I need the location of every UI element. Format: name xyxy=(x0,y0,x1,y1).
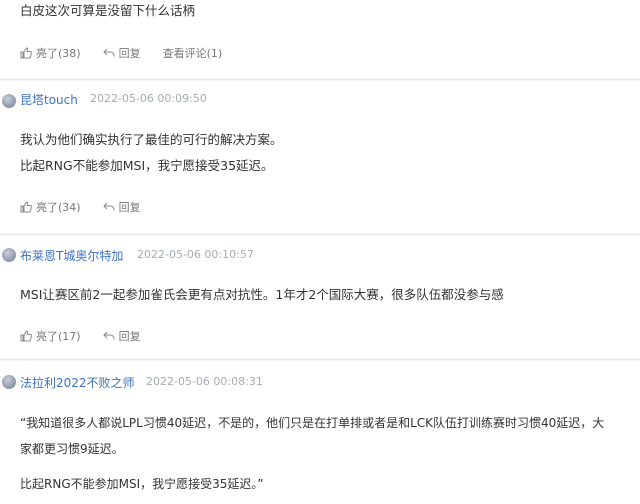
thumbs-up-icon xyxy=(20,201,32,213)
comment-timestamp: 2022-05-06 00:08:31 xyxy=(146,375,263,388)
comment-text: 比起RNG不能参加MSI，我宁愿接受35延迟。” xyxy=(20,477,264,491)
thumbs-up-icon xyxy=(20,330,32,342)
reply-label: 回复 xyxy=(118,330,141,343)
reply-icon xyxy=(102,48,115,57)
like-button[interactable]: 亮了(38) xyxy=(20,45,81,61)
comment-text: 比起RNG不能参加MSI，我宁愿接受35延迟。 xyxy=(20,158,274,173)
like-count: 亮了(34) xyxy=(36,201,81,214)
comment-card: 白皮这次可算是没留下什么话柄 亮了(38) 回复 查看评论(1) xyxy=(0,0,640,78)
like-button[interactable]: 亮了(34) xyxy=(20,199,81,215)
reply-button[interactable]: 回复 xyxy=(102,328,141,344)
comment-username[interactable]: 昆塔touch xyxy=(20,91,78,108)
comment-card: 昆塔touch 2022-05-06 00:09:50 我认为他们确实执行了最佳… xyxy=(0,81,640,233)
comment-actions: 亮了(34) 回复 xyxy=(20,198,163,216)
comment-card: 法拉利2022不败之师 2022-05-06 00:08:31 “我知道很多人都… xyxy=(0,361,640,504)
like-count: 亮了(38) xyxy=(36,47,81,60)
comment-text: MSI让赛区前2一起参加雀氏会更有点对抗性。1年才2个国际大赛，很多队伍都没参与… xyxy=(20,287,504,302)
comment-username[interactable]: 布莱恩T城奥尔特加 xyxy=(20,247,123,264)
divider xyxy=(0,79,640,80)
view-comments-link[interactable]: 查看评论(1) xyxy=(163,45,223,61)
avatar[interactable] xyxy=(2,375,16,389)
comment-timestamp: 2022-05-06 00:09:50 xyxy=(90,92,207,105)
comment-card: 布莱恩T城奥尔特加 2022-05-06 00:10:57 MSI让赛区前2一起… xyxy=(0,236,640,358)
divider xyxy=(0,359,640,360)
reply-label: 回复 xyxy=(118,47,141,60)
thumbs-up-icon xyxy=(20,47,32,59)
avatar[interactable] xyxy=(2,248,16,262)
view-comments-label: 查看评论(1) xyxy=(162,47,223,60)
reply-button[interactable]: 回复 xyxy=(102,45,141,61)
like-button[interactable]: 亮了(17) xyxy=(20,328,81,344)
divider xyxy=(0,234,640,235)
reply-button[interactable]: 回复 xyxy=(102,199,141,215)
like-count: 亮了(17) xyxy=(36,330,81,343)
comment-actions: 亮了(17) 回复 xyxy=(20,327,163,345)
comment-text: 白皮这次可算是没留下什么话柄 xyxy=(20,3,196,18)
comment-text: 家都更习惯9延迟。 xyxy=(20,442,124,456)
comment-username[interactable]: 法拉利2022不败之师 xyxy=(20,374,135,391)
reply-icon xyxy=(102,202,115,211)
comment-timestamp: 2022-05-06 00:10:57 xyxy=(137,248,254,261)
avatar[interactable] xyxy=(2,94,16,108)
reply-icon xyxy=(102,331,115,340)
comment-text: “我知道很多人都说LPL习惯40延迟，不是的，他们只是在打单排或者是和LCK队伍… xyxy=(20,416,605,430)
reply-label: 回复 xyxy=(118,201,141,214)
comment-actions: 亮了(38) 回复 查看评论(1) xyxy=(20,44,244,62)
comment-text: 我认为他们确实执行了最佳的可行的解决方案。 xyxy=(20,132,283,147)
